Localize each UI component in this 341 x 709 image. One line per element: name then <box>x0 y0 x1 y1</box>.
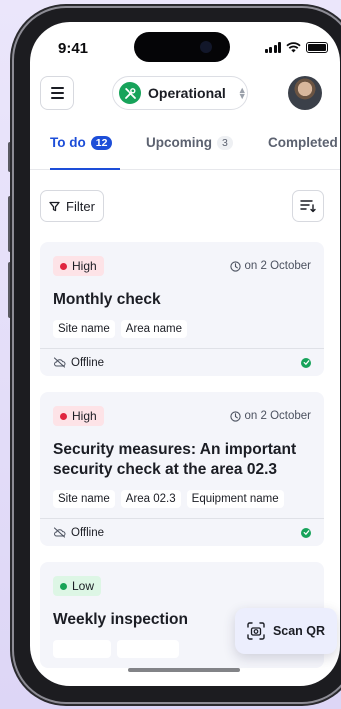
scan-qr-icon <box>247 622 265 640</box>
synced-check-icon <box>301 527 311 538</box>
task-card-footer: Offline <box>40 518 324 546</box>
clock-icon <box>229 260 241 272</box>
tab-label: Upcoming <box>146 135 212 150</box>
tab-count-badge: 12 <box>90 135 113 150</box>
tab-count-badge: 3 <box>217 135 233 150</box>
synced-check-icon <box>301 357 311 368</box>
connection-status: Offline <box>53 527 104 539</box>
priority-badge: High <box>53 256 104 276</box>
task-tags: Site name Area 02.3 Equipment name <box>53 490 311 508</box>
connection-label: Offline <box>71 526 105 539</box>
operational-status-label: Operational <box>148 85 226 101</box>
priority-dot <box>60 412 67 420</box>
due-date: on 2 October <box>229 410 311 422</box>
task-tabs: To do 12 Upcoming 3 Completed <box>30 128 340 170</box>
priority-dot <box>60 582 67 590</box>
status-icons <box>264 42 328 53</box>
filter-icon <box>49 201 60 211</box>
scan-qr-button[interactable]: Scan QR <box>235 608 337 654</box>
connection-status: Offline <box>53 357 104 369</box>
priority-dot <box>60 262 67 270</box>
phone-frame: 9:41 Operational ▲ ▼ To do 12 Upcoming 3… <box>14 8 341 702</box>
dynamic-island <box>134 32 230 62</box>
sort-descending-icon <box>300 200 316 213</box>
task-title: Security measures: An important security… <box>53 441 297 478</box>
task-card-footer: Offline <box>40 348 324 376</box>
app-header: Operational ▲ ▼ <box>30 76 340 118</box>
status-time: 9:41 <box>58 40 89 57</box>
phone-volume-up-button <box>8 196 13 252</box>
tab-label: Completed <box>268 135 338 150</box>
app-screen: 9:41 Operational ▲ ▼ To do 12 Upcoming 3… <box>30 22 340 686</box>
task-tag: Area name <box>120 320 188 338</box>
wifi-icon <box>286 42 301 53</box>
task-tag <box>53 640 111 658</box>
menu-button[interactable] <box>40 76 74 110</box>
task-tag: Site name <box>53 320 115 338</box>
hamburger-icon <box>50 87 64 89</box>
operational-status-selector[interactable]: Operational ▲ ▼ <box>112 76 248 110</box>
tools-icon <box>119 82 141 104</box>
priority-label: High <box>72 409 97 423</box>
filter-label: Filter <box>66 198 95 214</box>
filter-button[interactable]: Filter <box>40 190 104 222</box>
active-tab-indicator <box>50 168 120 170</box>
task-tag: Site name <box>53 490 115 508</box>
task-tags: Site name Area name <box>53 320 311 338</box>
user-avatar[interactable] <box>288 76 322 110</box>
due-date: on 2 October <box>229 260 311 272</box>
task-card[interactable]: High on 2 October Monthly check Site nam… <box>40 242 324 376</box>
task-title: Monthly check <box>53 291 161 308</box>
status-bar: 9:41 <box>30 22 340 72</box>
task-tag: Equipment name <box>186 490 284 508</box>
due-date-label: on 2 October <box>244 260 311 272</box>
task-card[interactable]: High on 2 October Security measures: An … <box>40 392 324 546</box>
due-date-label: on 2 October <box>244 410 311 422</box>
task-tag <box>117 640 179 658</box>
cellular-signal-icon <box>264 42 281 53</box>
clock-icon <box>229 410 241 422</box>
tab-label: To do <box>50 135 86 150</box>
priority-badge: Low <box>53 576 102 596</box>
home-indicator <box>128 668 240 672</box>
priority-label: Low <box>72 579 95 593</box>
tab-completed[interactable]: Completed <box>268 135 338 150</box>
chevron-updown-icon: ▲ ▼ <box>237 85 247 101</box>
sort-button[interactable] <box>292 190 324 222</box>
task-tag: Area 02.3 <box>120 490 181 508</box>
phone-action-button <box>8 142 13 172</box>
priority-badge: High <box>53 406 104 426</box>
connection-label: Offline <box>71 356 105 369</box>
camera-lens <box>200 41 212 53</box>
tab-to-do[interactable]: To do 12 <box>50 135 113 150</box>
phone-volume-down-button <box>8 262 13 318</box>
cloud-off-icon <box>53 357 66 368</box>
cloud-off-icon <box>53 527 66 538</box>
priority-label: High <box>72 259 97 273</box>
battery-icon <box>306 42 328 53</box>
tab-upcoming[interactable]: Upcoming 3 <box>146 135 233 150</box>
scan-qr-label: Scan QR <box>272 624 326 638</box>
